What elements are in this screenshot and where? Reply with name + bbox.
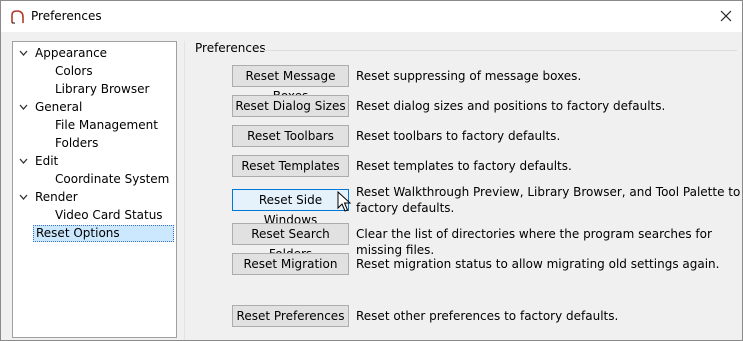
reset-message-boxes-button[interactable]: Reset Message Boxes	[232, 65, 349, 103]
reset-search-folders-description: Clear the list of directories where the …	[356, 227, 712, 257]
tree-item-label: Video Card Status	[55, 208, 163, 222]
reset-search-folders-button[interactable]: Reset Search Folders	[232, 223, 349, 261]
chevron-down-icon[interactable]	[18, 102, 29, 113]
reset-preferences-button[interactable]: Reset Preferences	[232, 305, 349, 327]
reset-dialog-sizes-button[interactable]: Reset Dialog Sizes	[232, 95, 349, 117]
reset-dialog-sizes-description: Reset dialog sizes and positions to fact…	[356, 99, 666, 113]
tree-item-label: Appearance	[35, 46, 108, 60]
mouse-cursor-icon	[337, 191, 352, 212]
preferences-dialog: Preferences Appearance Colors Library Brow…	[0, 0, 743, 341]
app-icon	[11, 10, 24, 24]
tree-item-label: Edit	[35, 154, 59, 168]
window-title: Preferences	[31, 9, 102, 23]
reset-toolbars-button[interactable]: Reset Toolbars	[232, 125, 349, 147]
reset-side-windows-description: Reset Walkthrough Preview, Library Brows…	[356, 185, 741, 215]
tree-item-label: File Management	[55, 118, 158, 132]
tree-item-label: Coordinate System	[55, 172, 170, 186]
reset-migration-description: Reset migration status to allow migratin…	[356, 257, 720, 271]
chevron-down-icon[interactable]	[18, 48, 29, 59]
reset-side-windows-button[interactable]: Reset Side Windows	[232, 189, 349, 227]
tree-item-label: Colors	[55, 64, 93, 78]
tree-item-label: General	[35, 100, 83, 114]
divider	[184, 41, 185, 340]
close-icon[interactable]	[717, 7, 735, 25]
group-label: Preferences	[195, 41, 266, 55]
tree-item-label: Folders	[55, 136, 99, 150]
group-separator	[263, 50, 737, 51]
chevron-down-icon[interactable]	[18, 156, 29, 167]
reset-preferences-description: Reset other preferences to factory defau…	[356, 309, 619, 323]
reset-migration-button[interactable]: Reset Migration	[232, 253, 349, 275]
tree-item-label: Library Browser	[55, 82, 150, 96]
reset-templates-description: Reset templates to factory defaults.	[356, 159, 572, 173]
reset-toolbars-description: Reset toolbars to factory defaults.	[356, 129, 561, 143]
tree-item-label: Render	[35, 190, 78, 204]
reset-templates-button[interactable]: Reset Templates	[232, 155, 349, 177]
chevron-down-icon[interactable]	[18, 192, 29, 203]
reset-message-boxes-description: Reset suppressing of message boxes.	[356, 69, 582, 83]
category-tree[interactable]: Appearance Colors Library Browser General Fi…	[12, 41, 177, 338]
title-bar: Preferences	[1, 1, 742, 32]
tree-item-label: Reset Options	[33, 225, 174, 242]
